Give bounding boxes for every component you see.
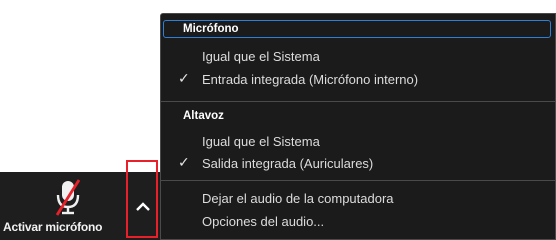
- menu-item-label: Dejar el audio de la computadora: [202, 191, 394, 206]
- screen: Activar micrófono Micrófono Igual que el…: [0, 0, 556, 240]
- menu-divider: [161, 180, 555, 181]
- checkmark-icon: ✓: [178, 155, 190, 171]
- unmute-button-label: Activar micrófono: [3, 220, 103, 234]
- speaker-built-in-output-item[interactable]: ✓ Salida integrada (Auriculares): [161, 153, 555, 175]
- menu-item-label: Opciones del audio...: [202, 214, 325, 229]
- audio-dropdown-menu: Micrófono Igual que el Sistema ✓ Entrada…: [160, 13, 556, 240]
- microphone-section-header: Micrófono: [183, 23, 239, 35]
- microphone-muted-icon: [55, 179, 81, 216]
- menu-item-label: Igual que el Sistema: [202, 134, 320, 149]
- checkmark-icon: ✓: [178, 71, 190, 87]
- audio-options-item[interactable]: Opciones del audio...: [161, 211, 555, 233]
- audio-options-chevron-button[interactable]: [126, 160, 158, 238]
- chevron-up-icon: [136, 202, 150, 211]
- leave-computer-audio-item[interactable]: Dejar el audio de la computadora: [161, 188, 555, 210]
- microphone-built-in-input-item[interactable]: ✓ Entrada integrada (Micrófono interno): [161, 69, 555, 91]
- speaker-section-header: Altavoz: [183, 110, 224, 122]
- menu-item-label: Igual que el Sistema: [202, 49, 320, 64]
- menu-item-label: Salida integrada (Auriculares): [202, 156, 374, 171]
- speaker-same-as-system-item[interactable]: Igual que el Sistema: [161, 131, 555, 153]
- microphone-same-as-system-item[interactable]: Igual que el Sistema: [161, 46, 555, 68]
- menu-divider: [161, 101, 555, 102]
- menu-item-label: Entrada integrada (Micrófono interno): [202, 72, 419, 87]
- unmute-microphone-button[interactable]: Activar micrófono: [0, 172, 124, 240]
